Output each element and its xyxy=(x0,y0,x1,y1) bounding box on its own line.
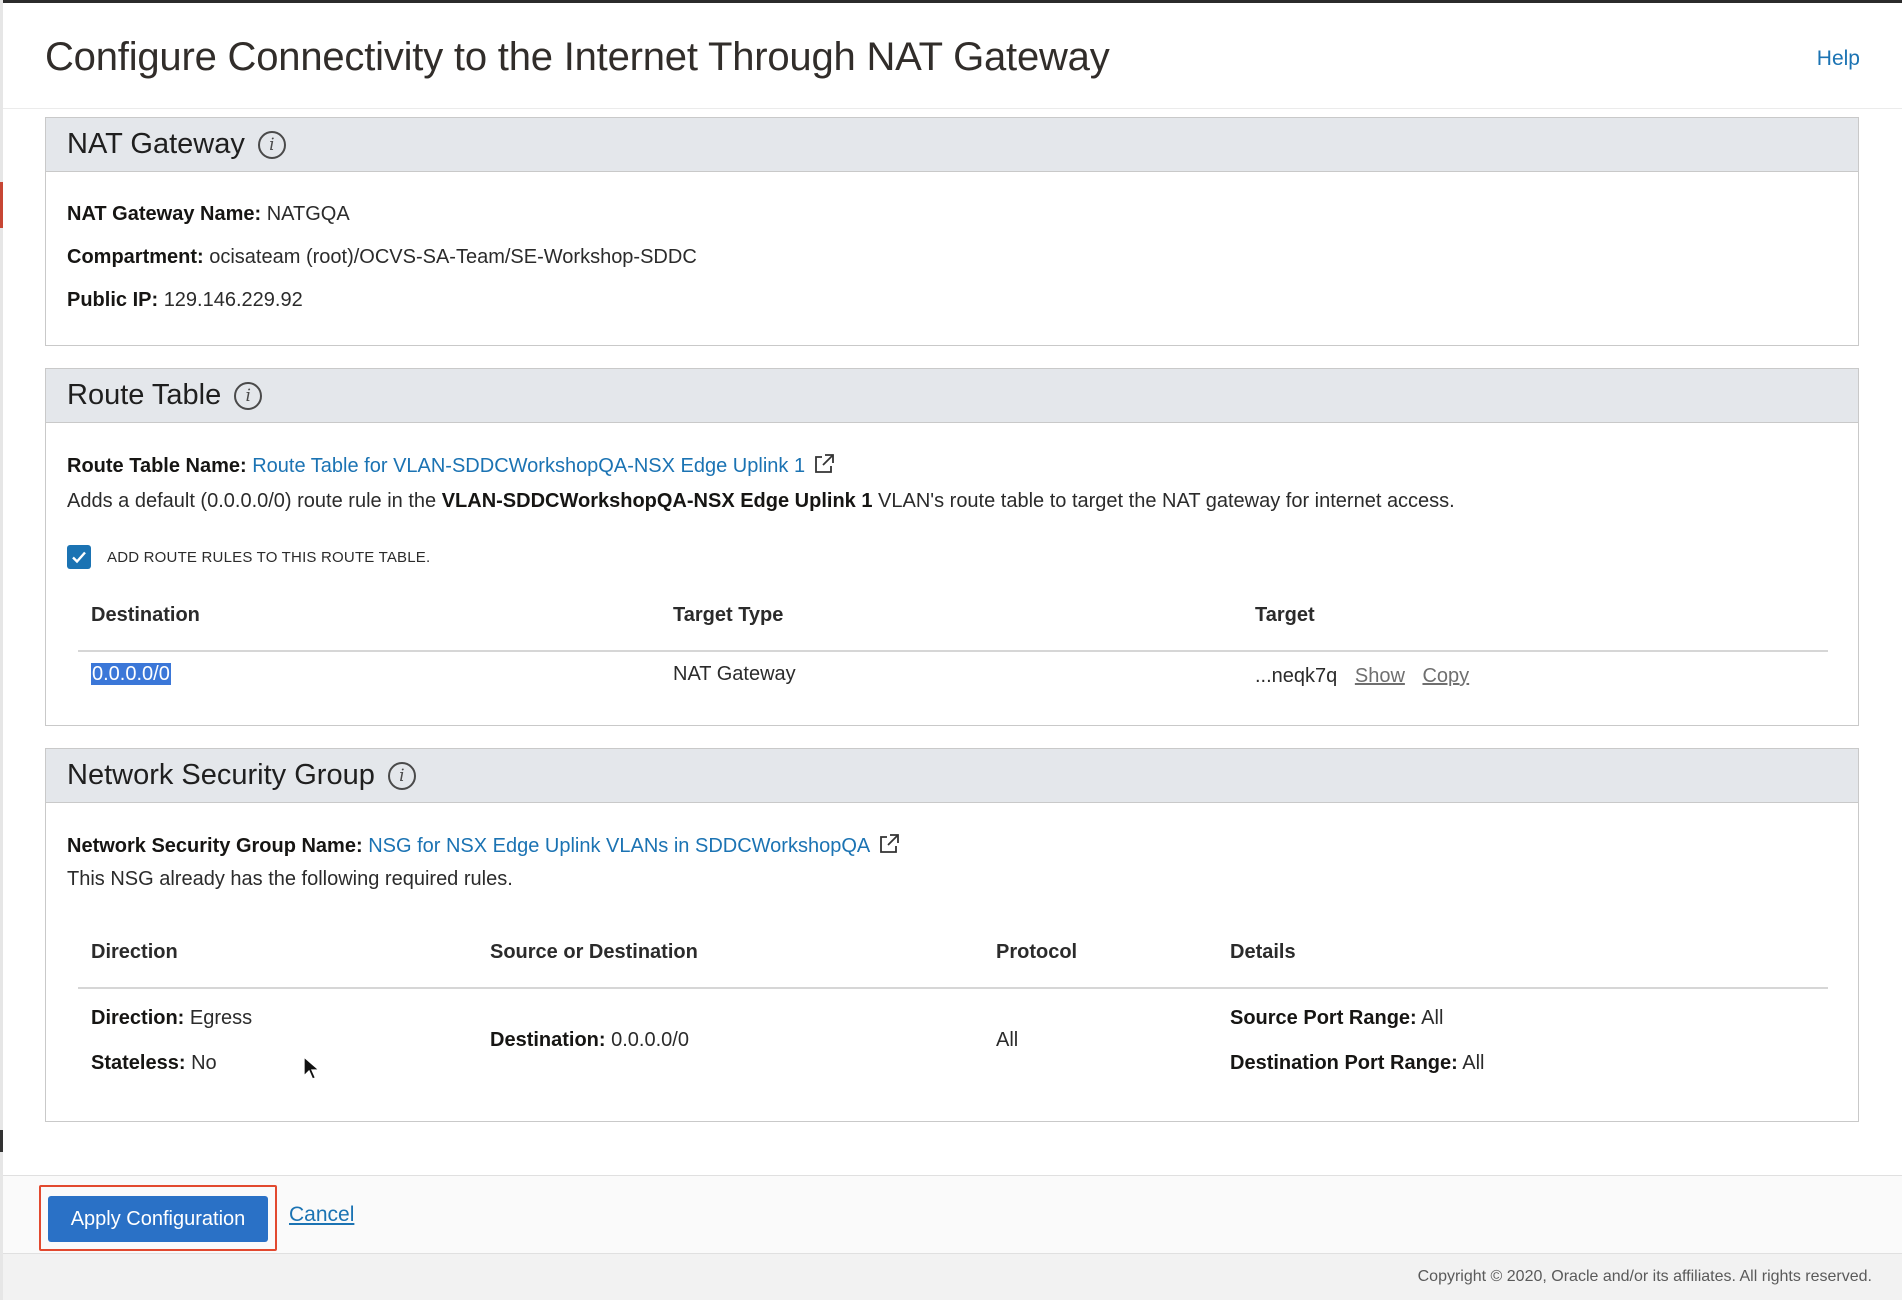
column-header-target: Target xyxy=(1255,604,1315,626)
compartment-row: Compartment: ocisateam (root)/OCVS-SA-Te… xyxy=(67,246,697,269)
nsg-name-label: Network Security Group Name: xyxy=(67,835,363,857)
route-desc-suffix: VLAN's route table to target the NAT gat… xyxy=(878,490,1455,512)
stateless-label: Stateless: xyxy=(91,1052,186,1074)
nat-gateway-name-value: NATGQA xyxy=(266,203,350,225)
source-destination-cell: Destination: 0.0.0.0/0 xyxy=(490,1029,689,1052)
stateless-value: No xyxy=(191,1052,217,1074)
route-table-description: Adds a default (0.0.0.0/0) route rule in… xyxy=(67,490,1455,513)
public-ip-value: 129.146.229.92 xyxy=(163,289,303,311)
route-rules-table-header: Destination Target Type Target xyxy=(78,604,1828,652)
compartment-value: ocisateam (root)/OCVS-SA-Team/SE-Worksho… xyxy=(209,246,697,268)
left-edge-marker xyxy=(0,182,3,228)
nat-gateway-heading: NAT Gateway xyxy=(67,128,245,160)
source-port-range-value: All xyxy=(1421,1007,1444,1029)
checkmark-icon xyxy=(72,551,86,564)
nsg-link[interactable]: NSG for NSX Edge Uplink VLANs in SDDCWor… xyxy=(368,835,870,857)
route-desc-prefix: Adds a default (0.0.0.0/0) route rule in… xyxy=(67,490,437,512)
mouse-cursor-icon xyxy=(303,1056,321,1080)
nsg-heading: Network Security Group xyxy=(67,759,375,791)
nsg-name-row: Network Security Group Name: NSG for NSX… xyxy=(67,833,900,861)
column-header-destination: Destination xyxy=(91,604,200,626)
target-cell: ...neqk7q Show Copy xyxy=(1255,665,1469,688)
nat-gateway-name-label: NAT Gateway Name: xyxy=(67,203,262,225)
column-header-details: Details xyxy=(1230,941,1296,963)
column-header-direction: Direction xyxy=(91,941,178,963)
destination-cell[interactable]: 0.0.0.0/0 xyxy=(91,663,171,685)
nsg-note: This NSG already has the following requi… xyxy=(67,868,513,890)
cancel-link[interactable]: Cancel xyxy=(289,1203,354,1227)
route-desc-vlan: VLAN-SDDCWorkshopQA-NSX Edge Uplink 1 xyxy=(441,490,873,512)
source-port-range-label: Source Port Range: xyxy=(1230,1007,1417,1029)
page-title: Configure Connectivity to the Internet T… xyxy=(45,35,1110,79)
route-table-heading: Route Table xyxy=(67,379,222,411)
target-type-cell: NAT Gateway xyxy=(673,663,796,685)
public-ip-label: Public IP: xyxy=(67,289,159,311)
nat-gateway-panel-header: NAT Gateway i xyxy=(46,118,1858,172)
destination-value: 0.0.0.0/0 xyxy=(611,1029,689,1051)
protocol-cell: All xyxy=(996,1029,1019,1051)
destination-port-range-label: Destination Port Range: xyxy=(1230,1052,1458,1074)
nsg-panel-header: Network Security Group i xyxy=(46,749,1858,803)
copyright-bar: Copyright © 2020, Oracle and/or its affi… xyxy=(3,1253,1902,1300)
public-ip-row: Public IP: 129.146.229.92 xyxy=(67,289,303,312)
column-header-source-or-destination: Source or Destination xyxy=(490,941,698,963)
info-icon[interactable]: i xyxy=(234,381,263,410)
apply-configuration-button[interactable]: Apply Configuration xyxy=(48,1196,268,1242)
help-link[interactable]: Help xyxy=(1817,47,1860,71)
route-table-panel-header: Route Table i xyxy=(46,369,1858,423)
copyright-text: Copyright © 2020, Oracle and/or its affi… xyxy=(1417,1268,1872,1285)
route-table-name-label: Route Table Name: xyxy=(67,455,247,477)
highlight-box: Apply Configuration xyxy=(39,1185,277,1251)
direction-label: Direction: xyxy=(91,1007,185,1029)
left-edge-marker-lower xyxy=(0,1130,3,1152)
add-route-rules-label: ADD ROUTE RULES TO THIS ROUTE TABLE. xyxy=(107,548,431,566)
route-table-link[interactable]: Route Table for VLAN-SDDCWorkshopQA-NSX … xyxy=(252,455,805,477)
show-link[interactable]: Show xyxy=(1355,665,1405,687)
dialog-footer: Apply Configuration Cancel xyxy=(3,1175,1902,1253)
stateless-cell: Stateless: No xyxy=(91,1052,217,1075)
copy-link[interactable]: Copy xyxy=(1422,665,1469,687)
add-route-rules-checkbox[interactable] xyxy=(67,545,91,569)
destination-label: Destination: xyxy=(490,1029,606,1051)
direction-cell: Direction: Egress xyxy=(91,1007,252,1030)
info-icon[interactable]: i xyxy=(257,130,286,159)
nat-gateway-panel: NAT Gateway i NAT Gateway Name: NATGQA C… xyxy=(45,117,1859,346)
route-table-name-row: Route Table Name: Route Table for VLAN-S… xyxy=(67,453,835,481)
external-link-icon[interactable] xyxy=(878,833,900,861)
destination-port-range-value: All xyxy=(1462,1052,1485,1074)
column-header-protocol: Protocol xyxy=(996,941,1078,963)
nsg-rules-table-header: Direction Source or Destination Protocol… xyxy=(78,941,1828,989)
direction-value: Egress xyxy=(189,1007,253,1029)
external-link-icon[interactable] xyxy=(813,453,835,481)
target-value: ...neqk7q xyxy=(1255,665,1338,687)
nat-gateway-name-row: NAT Gateway Name: NATGQA xyxy=(67,203,350,226)
route-table-panel: Route Table i Route Table Name: Route Ta… xyxy=(45,368,1859,726)
source-port-range-cell: Source Port Range: All xyxy=(1230,1007,1443,1030)
compartment-label: Compartment: xyxy=(67,246,204,268)
destination-port-range-cell: Destination Port Range: All xyxy=(1230,1052,1484,1075)
add-route-rules-row: ADD ROUTE RULES TO THIS ROUTE TABLE. xyxy=(67,545,430,569)
info-icon[interactable]: i xyxy=(387,761,416,790)
dialog-header: Configure Connectivity to the Internet T… xyxy=(3,3,1902,109)
column-header-target-type: Target Type xyxy=(673,604,784,626)
